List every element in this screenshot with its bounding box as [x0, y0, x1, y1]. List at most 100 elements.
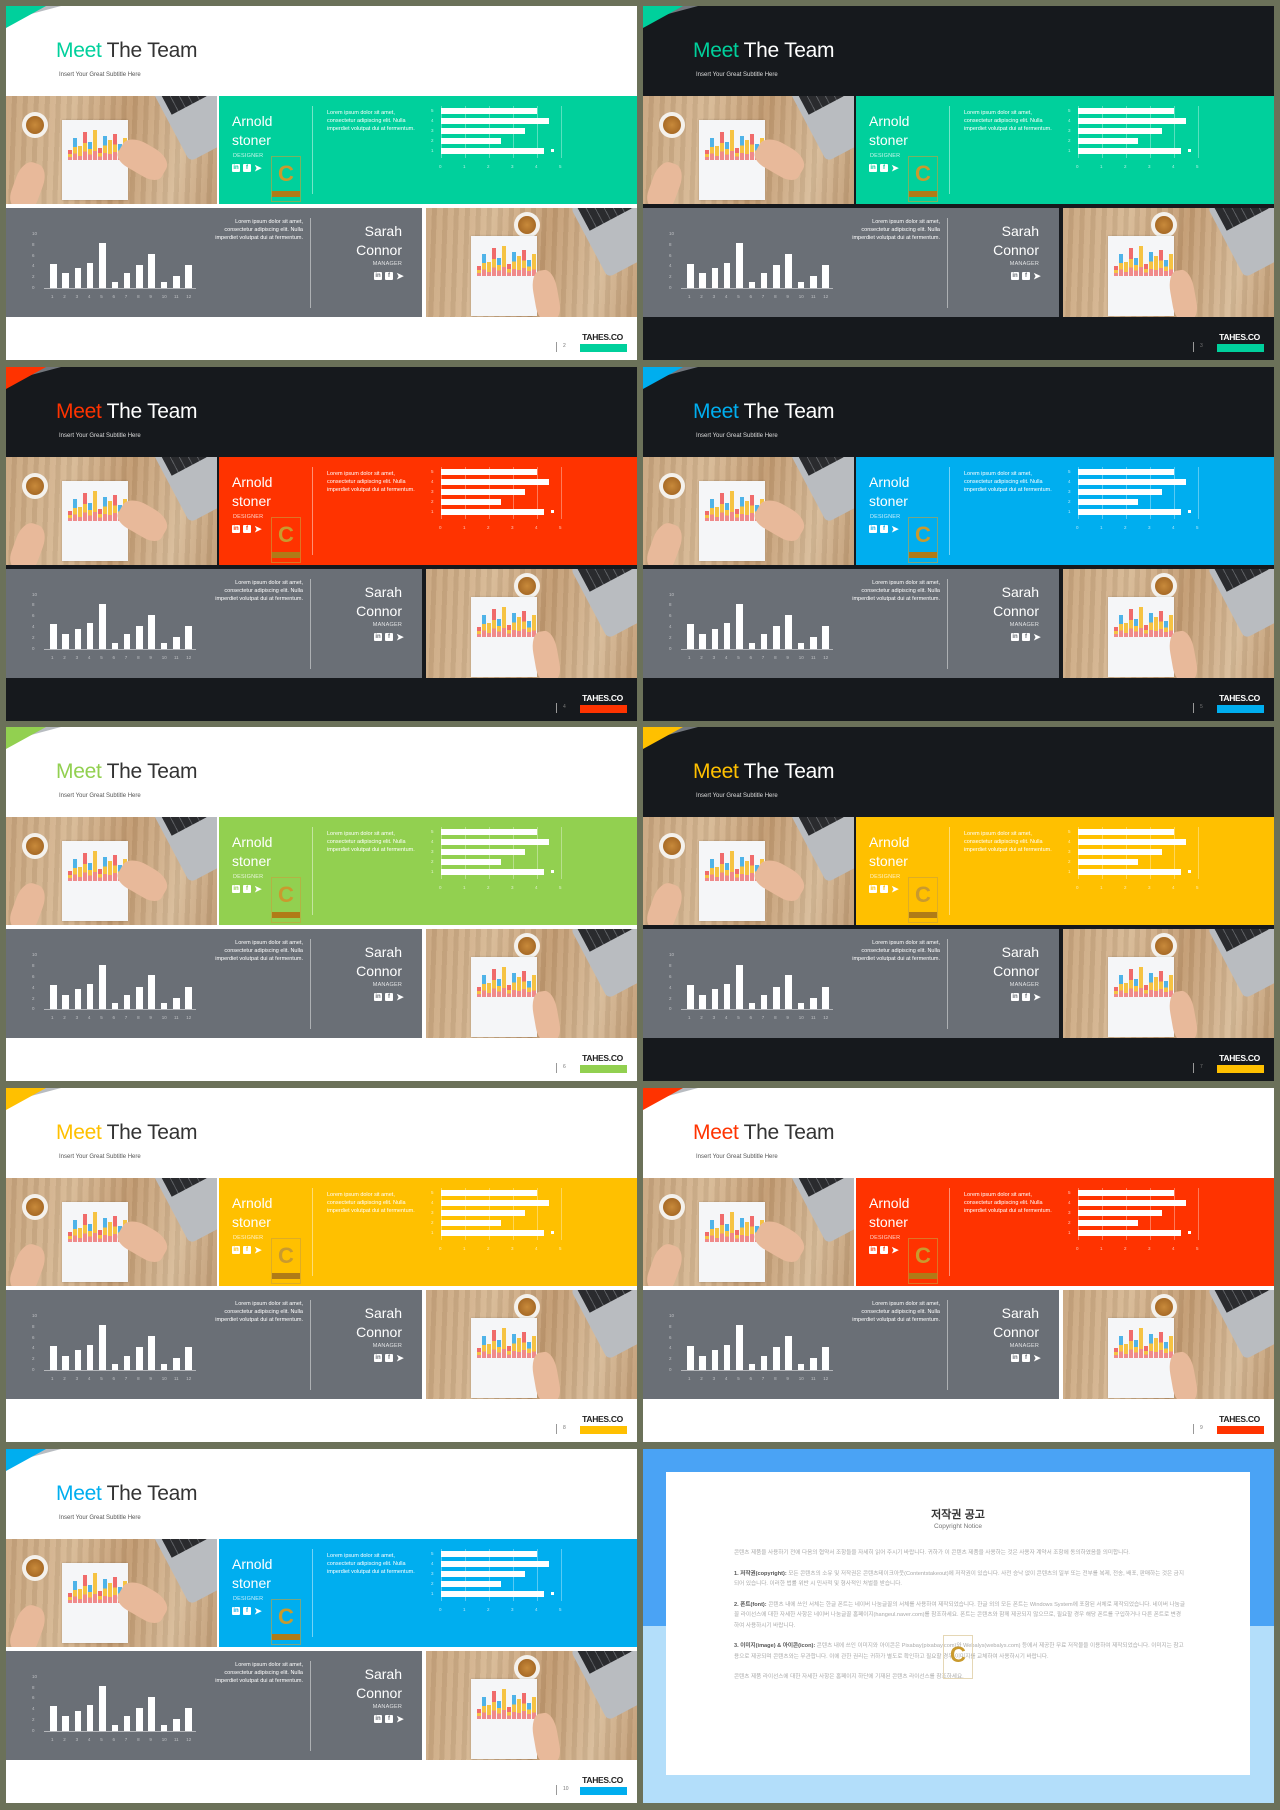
- divider: [949, 827, 950, 916]
- linkedin-icon[interactable]: in: [232, 524, 240, 533]
- y-tick-label: 2: [1068, 859, 1071, 865]
- facebook-icon[interactable]: f: [243, 885, 251, 894]
- linkedin-icon[interactable]: in: [232, 885, 240, 894]
- x-tick-label: 5: [559, 524, 562, 530]
- linkedin-icon[interactable]: in: [1011, 632, 1019, 641]
- y-tick-label: 0: [669, 285, 672, 290]
- twitter-icon[interactable]: ➤: [1033, 1354, 1041, 1363]
- linkedin-icon[interactable]: in: [869, 885, 877, 894]
- facebook-icon[interactable]: f: [1022, 272, 1030, 280]
- facebook-icon[interactable]: f: [1022, 632, 1030, 641]
- facebook-icon[interactable]: f: [243, 164, 251, 172]
- twitter-icon[interactable]: ➤: [891, 1246, 899, 1255]
- twitter-icon[interactable]: ➤: [396, 993, 404, 1002]
- linkedin-icon[interactable]: in: [869, 524, 877, 533]
- team-slide[interactable]: Meet The Team Insert Your Great Subtitle…: [6, 1088, 637, 1443]
- facebook-icon[interactable]: f: [385, 632, 393, 641]
- linkedin-icon[interactable]: in: [1011, 993, 1019, 1002]
- notice-item-head: 2. 폰트(font):: [734, 1601, 767, 1608]
- x-tick-label: 12: [186, 654, 192, 660]
- coffee-cup-image: [514, 1654, 540, 1681]
- bar: [687, 985, 694, 1010]
- x-tick-label: 5: [1196, 1246, 1199, 1252]
- member-description: Lorem ipsum dolor sit amet, consectetur …: [215, 940, 303, 963]
- facebook-icon[interactable]: f: [880, 524, 888, 533]
- twitter-icon[interactable]: ➤: [396, 632, 404, 641]
- x-tick-label: 9: [786, 294, 789, 299]
- facebook-icon[interactable]: f: [385, 272, 393, 280]
- twitter-icon[interactable]: ➤: [396, 1354, 404, 1363]
- facebook-icon[interactable]: f: [385, 993, 393, 1002]
- twitter-icon[interactable]: ➤: [1033, 272, 1041, 281]
- bar: [1078, 859, 1138, 866]
- linkedin-icon[interactable]: in: [374, 1714, 382, 1723]
- x-tick-label: 6: [749, 654, 753, 660]
- linkedin-icon[interactable]: in: [232, 1606, 240, 1615]
- twitter-icon[interactable]: ➤: [254, 885, 262, 894]
- twitter-icon[interactable]: ➤: [254, 1606, 262, 1615]
- facebook-icon[interactable]: f: [243, 1606, 251, 1615]
- twitter-icon[interactable]: ➤: [891, 885, 899, 894]
- team-slide[interactable]: Meet The Team Insert Your Great Subtitle…: [6, 1448, 637, 1803]
- team-slide[interactable]: Meet The Team Insert Your Great Subtitle…: [6, 727, 637, 1082]
- y-tick-label: 2: [32, 1716, 35, 1722]
- y-tick-label: 3: [1068, 128, 1071, 133]
- twitter-icon[interactable]: ➤: [1033, 993, 1041, 1002]
- social-links: in f ➤: [869, 164, 899, 173]
- twitter-icon[interactable]: ➤: [396, 272, 404, 281]
- chart-paper-image: [471, 1678, 537, 1759]
- team-slide[interactable]: Meet The Team Insert Your Great Subtitle…: [643, 1088, 1274, 1443]
- facebook-icon[interactable]: f: [1022, 1354, 1030, 1363]
- facebook-icon[interactable]: f: [880, 885, 888, 894]
- facebook-icon[interactable]: f: [385, 1354, 393, 1363]
- y-tick-label: 0: [32, 1006, 35, 1012]
- x-tick-label: 4: [87, 1015, 91, 1021]
- accent-bar: [580, 704, 627, 713]
- linkedin-icon[interactable]: in: [374, 272, 382, 280]
- facebook-icon[interactable]: f: [243, 1246, 251, 1255]
- facebook-icon[interactable]: f: [1022, 993, 1030, 1002]
- linkedin-icon[interactable]: in: [232, 1246, 240, 1255]
- linkedin-icon[interactable]: in: [1011, 1354, 1019, 1363]
- y-tick-label: 2: [1068, 498, 1071, 504]
- twitter-icon[interactable]: ➤: [1033, 632, 1041, 641]
- linkedin-icon[interactable]: in: [869, 164, 877, 172]
- twitter-icon[interactable]: ➤: [891, 164, 899, 173]
- team-slide[interactable]: Meet The Team Insert Your Great Subtitle…: [643, 366, 1274, 721]
- twitter-icon[interactable]: ➤: [396, 1714, 404, 1723]
- linkedin-icon[interactable]: in: [869, 1246, 877, 1255]
- y-tick-label: 0: [32, 645, 35, 651]
- linkedin-icon[interactable]: in: [232, 164, 240, 172]
- y-tick-label: 4: [431, 118, 434, 123]
- team-slide[interactable]: Meet The Team Insert Your Great Subtitle…: [6, 366, 637, 721]
- linkedin-icon[interactable]: in: [374, 632, 382, 641]
- coffee-cup-image: [514, 572, 540, 599]
- team-slide[interactable]: Meet The Team Insert Your Great Subtitle…: [643, 727, 1274, 1082]
- facebook-icon[interactable]: f: [385, 1714, 393, 1723]
- bar: [797, 1003, 805, 1010]
- facebook-icon[interactable]: f: [880, 1246, 888, 1255]
- y-tick-label: 2: [669, 1356, 672, 1362]
- member-role: MANAGER: [1009, 261, 1039, 267]
- bar: [1078, 829, 1174, 836]
- bar: [74, 1710, 82, 1731]
- member-name: Arnold stoner: [869, 113, 910, 148]
- member-name: Arnold stoner: [232, 1195, 273, 1231]
- facebook-icon[interactable]: f: [880, 164, 888, 172]
- bar: [785, 614, 792, 649]
- facebook-icon[interactable]: f: [243, 524, 251, 533]
- linkedin-icon[interactable]: in: [1011, 272, 1019, 280]
- linkedin-icon[interactable]: in: [374, 993, 382, 1002]
- twitter-icon[interactable]: ➤: [254, 1246, 262, 1255]
- twitter-icon[interactable]: ➤: [254, 524, 262, 533]
- linkedin-icon[interactable]: in: [374, 1354, 382, 1363]
- team-slide[interactable]: Meet The Team Insert Your Great Subtitle…: [6, 6, 637, 360]
- x-tick-label: 0: [439, 1606, 442, 1612]
- x-tick-label: 1: [463, 1246, 466, 1252]
- y-tick-label: 2: [1068, 138, 1071, 143]
- twitter-icon[interactable]: ➤: [254, 164, 262, 173]
- team-slide[interactable]: Meet The Team Insert Your Great Subtitle…: [643, 6, 1274, 360]
- twitter-icon[interactable]: ➤: [891, 524, 899, 533]
- watermark-logo: C: [271, 1598, 301, 1645]
- x-tick-label: 11: [174, 1376, 179, 1382]
